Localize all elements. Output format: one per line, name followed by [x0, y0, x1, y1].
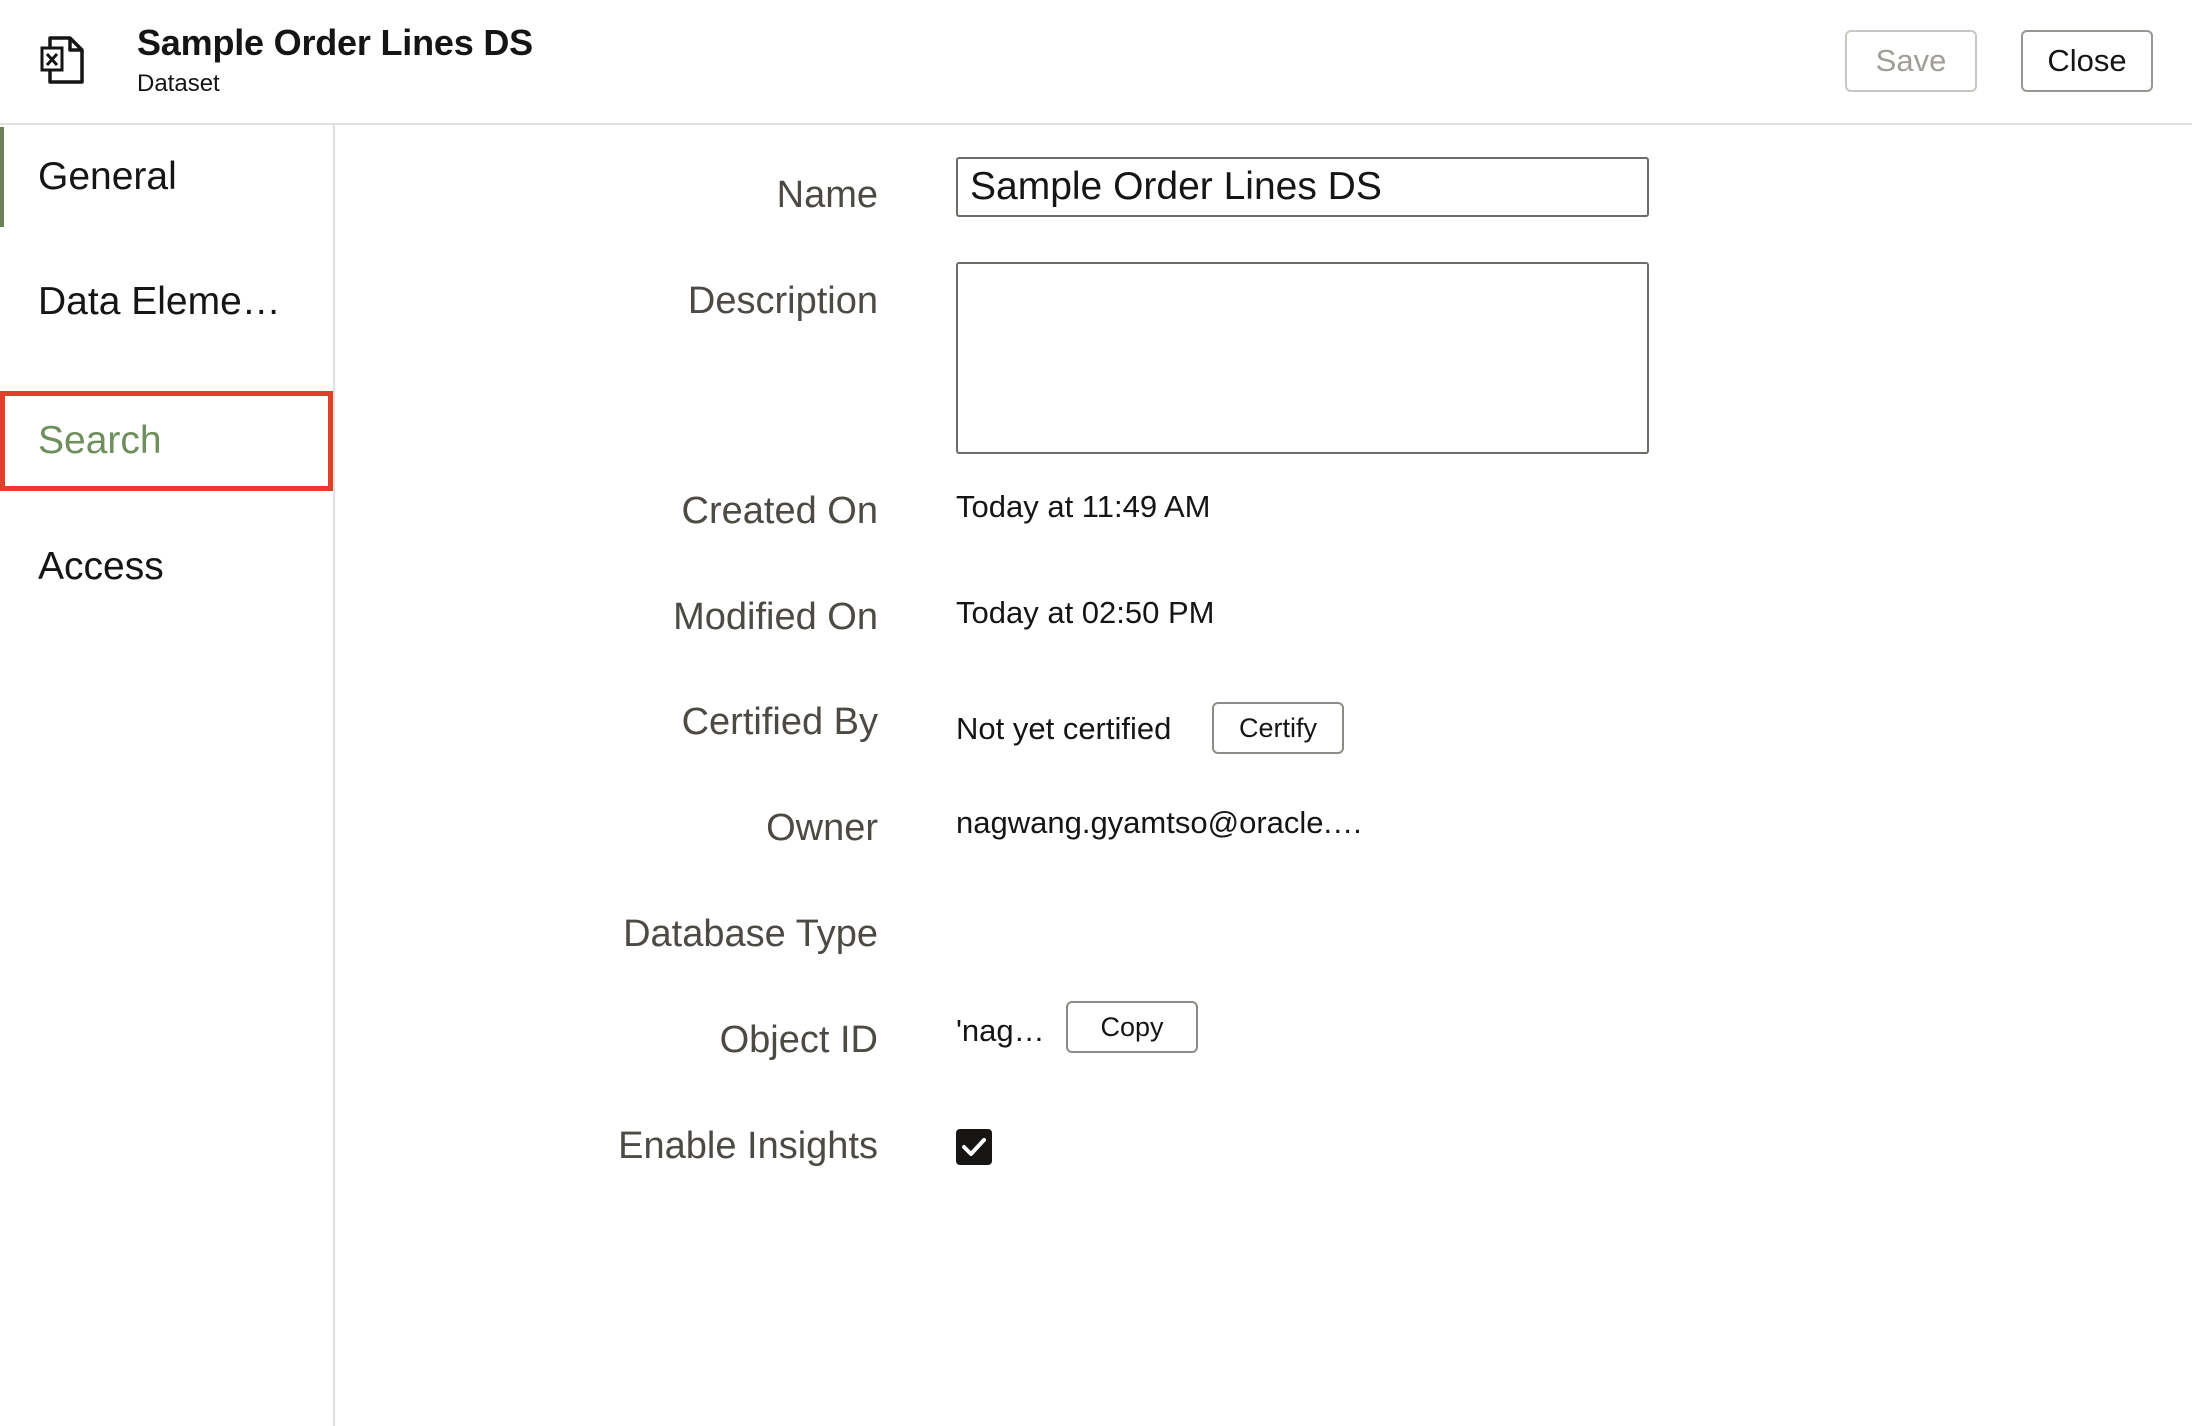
sidebar-item-label: General [38, 155, 177, 198]
sidebar-item-data-elements[interactable]: Data Eleme… [0, 252, 333, 352]
description-label: Description [687, 280, 878, 322]
certified-by-label: Certified By [681, 701, 878, 743]
object-id-label: Object ID [719, 1019, 878, 1061]
sidebar-item-general[interactable]: General [0, 127, 333, 227]
database-type-label: Database Type [623, 913, 878, 955]
close-button[interactable]: Close [2021, 30, 2153, 92]
sidebar-item-label: Search [38, 419, 162, 462]
created-on-label: Created On [681, 490, 878, 532]
enable-insights-checkbox[interactable] [956, 1129, 992, 1165]
checkmark-icon [962, 1138, 986, 1156]
save-button[interactable]: Save [1845, 30, 1977, 92]
header: Sample Order Lines DS Dataset Save Close [0, 0, 2192, 125]
modified-on-label: Modified On [673, 596, 878, 638]
enable-insights-label: Enable Insights [618, 1125, 878, 1167]
description-textarea[interactable] [956, 262, 1649, 454]
sidebar: General Data Eleme… Search Access [0, 125, 335, 1426]
excel-document-icon [40, 36, 84, 84]
page-title: Sample Order Lines DS [137, 22, 533, 63]
name-label: Name [776, 174, 878, 216]
object-id-value: 'nag… [956, 1013, 1045, 1048]
sidebar-item-label: Data Eleme… [38, 280, 281, 323]
certified-by-value: Not yet certified [956, 711, 1172, 746]
copy-button[interactable]: Copy [1066, 1001, 1198, 1053]
created-on-value: Today at 11:49 AM [956, 489, 1211, 524]
sidebar-item-label: Access [38, 545, 164, 588]
owner-value: nagwang.gyamtso@oracle.… [956, 805, 1364, 840]
owner-label: Owner [766, 807, 878, 849]
sidebar-item-access[interactable]: Access [0, 517, 333, 617]
page-subtitle: Dataset [137, 70, 220, 97]
name-input[interactable] [956, 157, 1649, 217]
modified-on-value: Today at 02:50 PM [956, 595, 1215, 630]
sidebar-item-search[interactable]: Search [0, 391, 333, 491]
certify-button[interactable]: Certify [1212, 702, 1344, 754]
